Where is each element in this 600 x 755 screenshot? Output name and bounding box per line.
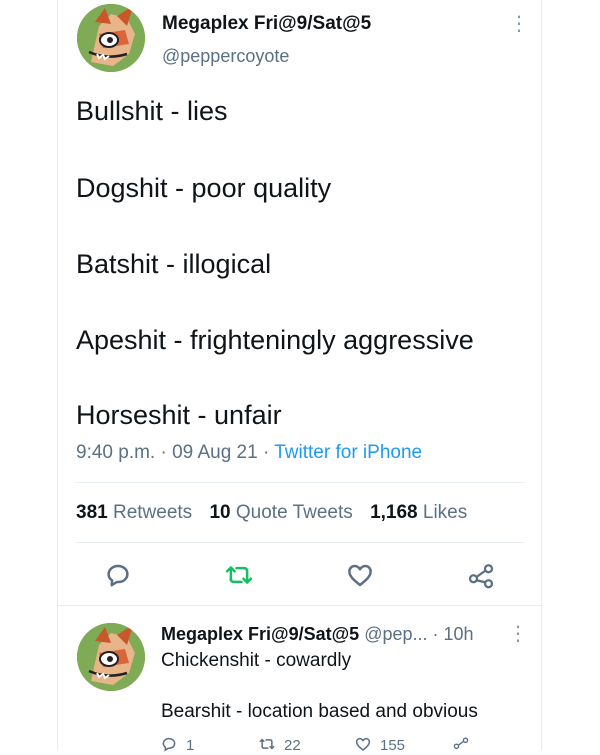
like-icon — [348, 564, 372, 587]
reply-display-name: Megaplex Fri@9/Sat@5 — [161, 624, 360, 644]
meta-separator: · — [160, 442, 173, 463]
tweet-line: Horseshit - unfair — [76, 400, 282, 430]
share-icon — [453, 737, 469, 750]
more-icon[interactable]: ⋮ — [508, 624, 528, 644]
reply-reply-button[interactable]: 1 — [160, 735, 194, 755]
coyote-avatar-image — [77, 623, 145, 691]
reply-button[interactable] — [103, 560, 133, 590]
reply-retweet-count: 22 — [284, 737, 301, 754]
more-icon[interactable]: ⋮ — [509, 14, 529, 34]
tweet-source[interactable]: Twitter for iPhone — [274, 442, 422, 463]
reply-icon — [162, 737, 176, 752]
reply-line: Bearshit - location based and obvious — [161, 701, 478, 722]
tweet-time[interactable]: 9:40 p.m. — [76, 442, 155, 463]
reply-author-name[interactable]: Megaplex Fri@9/Sat@5 @pep... · 10h — [161, 624, 474, 645]
timeline-border-left — [57, 0, 58, 750]
quote-tweets-stat[interactable]: 10 Quote Tweets — [209, 502, 352, 523]
reply-share-button[interactable] — [452, 735, 478, 755]
reply-avatar[interactable] — [77, 623, 145, 691]
retweet-icon — [259, 738, 275, 750]
avatar[interactable] — [77, 4, 145, 72]
tweet-meta: 9:40 p.m. · 09 Aug 21 · Twitter for iPho… — [76, 442, 422, 464]
timeline-border-right — [541, 0, 542, 750]
tweet-line: Apeshit - frighteningly aggressive — [76, 325, 474, 355]
meta-separator: · — [432, 624, 439, 644]
reply-like-button[interactable]: 155 — [354, 735, 405, 755]
reply-like-count: 155 — [380, 737, 406, 754]
tweet-separator — [57, 605, 542, 606]
reply-retweet-button[interactable]: 22 — [258, 735, 301, 755]
share-button[interactable] — [466, 560, 496, 590]
meta-separator: · — [262, 442, 275, 463]
tweet-stats: 381 Retweets 10 Quote Tweets 1,168 Likes — [76, 502, 479, 524]
reply-reply-count: 1 — [186, 737, 195, 754]
reply-line: Chickenshit - cowardly — [161, 650, 352, 671]
likes-stat[interactable]: 1,168 Likes — [370, 502, 467, 523]
retweets-stat[interactable]: 381 Retweets — [76, 502, 192, 523]
likes-count: 1,168 — [370, 502, 418, 523]
retweets-label: Retweets — [112, 502, 193, 523]
retweet-icon — [225, 566, 253, 584]
divider — [76, 542, 524, 543]
coyote-avatar-image — [77, 4, 145, 72]
tweet-line: Batshit - illogical — [76, 249, 272, 279]
reply-handle: @pep... — [364, 624, 428, 644]
reply-age[interactable]: 10h — [444, 624, 474, 644]
retweet-button[interactable] — [224, 560, 254, 590]
share-icon — [468, 564, 494, 589]
like-icon — [355, 737, 371, 751]
like-button[interactable] — [345, 560, 375, 590]
retweets-count: 381 — [76, 502, 108, 523]
divider — [76, 482, 524, 483]
author-handle[interactable]: @peppercoyote — [162, 46, 289, 67]
quotes-count: 10 — [209, 502, 231, 523]
tweet-line: Bullshit - lies — [76, 96, 228, 126]
author-name[interactable]: Megaplex Fri@9/Sat@5 — [162, 13, 371, 35]
likes-label: Likes — [422, 502, 468, 523]
quotes-label: Quote Tweets — [235, 502, 353, 523]
tweet-date[interactable]: 09 Aug 21 — [172, 442, 258, 463]
tweet-line: Dogshit - poor quality — [76, 173, 332, 203]
reply-icon — [107, 564, 129, 587]
